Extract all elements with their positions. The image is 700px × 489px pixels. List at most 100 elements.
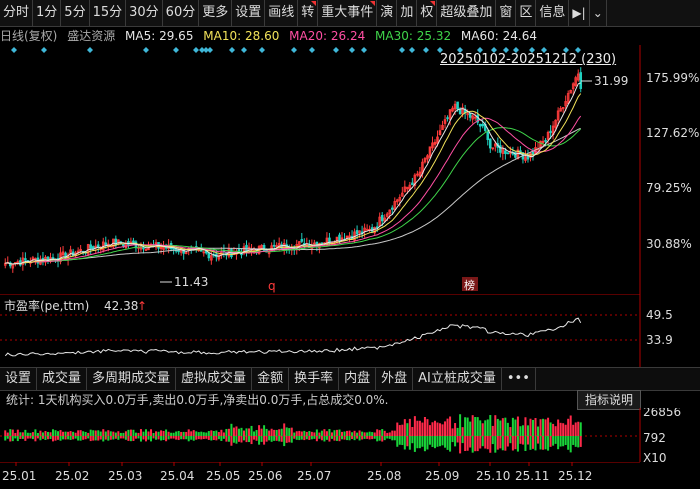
- volume-bar-up: [207, 431, 210, 436]
- toolbar-item-2[interactable]: 5分: [61, 0, 90, 26]
- event-diamond-icon[interactable]: [11, 47, 17, 53]
- toolbar-item-16[interactable]: 区: [516, 0, 537, 26]
- volume-bar-up: [534, 418, 537, 436]
- volume-bars: [4, 414, 582, 454]
- ma5-line: [5, 82, 581, 265]
- tab-8[interactable]: AI立桩成交量: [413, 368, 502, 390]
- event-diamond-icon[interactable]: [207, 47, 213, 53]
- volume-bar-down: [240, 436, 243, 443]
- indicator-help-button[interactable]: 指标说明: [577, 390, 641, 410]
- volume-bar-down: [489, 436, 492, 453]
- date-range-label[interactable]: 20250102-20251212 (230): [440, 52, 616, 67]
- event-bang[interactable]: 榜: [464, 278, 475, 292]
- volume-bar-down: [325, 436, 328, 440]
- volume-bar-down: [376, 436, 379, 442]
- tab-1[interactable]: 成交量: [37, 368, 88, 390]
- event-diamond-icon[interactable]: [291, 47, 297, 53]
- volume-bar-up: [41, 432, 44, 436]
- tab-2[interactable]: 多周期成交量: [87, 368, 177, 390]
- event-diamond-icon[interactable]: [41, 47, 47, 53]
- toolbar-item-0[interactable]: 分时: [0, 0, 34, 26]
- ma30-value: MA30: 25.32: [375, 29, 452, 43]
- volume-bar-up: [476, 417, 479, 436]
- candle-body: [544, 139, 547, 142]
- toolbar-item-3[interactable]: 15分: [90, 0, 127, 26]
- volume-bar-up: [499, 420, 502, 436]
- tab-0[interactable]: 设置: [0, 368, 38, 390]
- toolbar-item-17[interactable]: 信息: [536, 0, 570, 26]
- tab-4[interactable]: 金额: [252, 368, 290, 390]
- toolbar-item-12[interactable]: 加: [397, 0, 418, 26]
- event-diamond-icon[interactable]: [309, 47, 315, 53]
- play-icon[interactable]: ▶|: [569, 0, 590, 26]
- volume-bar-down: [59, 436, 62, 441]
- volume-bar-down: [346, 436, 349, 441]
- volume-bar-up: [278, 429, 281, 436]
- event-diamond-icon[interactable]: [333, 47, 339, 53]
- volume-bar-up: [225, 428, 228, 436]
- volume-bar-up: [303, 430, 306, 436]
- volume-bar-up: [237, 428, 240, 436]
- volume-axis-mid: 792: [643, 431, 666, 445]
- event-diamond-icon[interactable]: [193, 47, 199, 53]
- toolbar-item-5[interactable]: 60分: [163, 0, 200, 26]
- volume-bar-down: [64, 436, 67, 440]
- candlestick-chart[interactable]: 175.99% 127.62% 79.25% 30.88% 31.99 11.4…: [0, 45, 700, 295]
- chevron-down-icon[interactable]: ⌄: [590, 0, 607, 26]
- volume-bar-down: [433, 436, 436, 449]
- event-diamond-icon[interactable]: [229, 47, 235, 53]
- toolbar-item-15[interactable]: 窗: [496, 0, 517, 26]
- toolbar-item-10[interactable]: 重大事件: [318, 0, 378, 26]
- toolbar-item-4[interactable]: 30分: [126, 0, 163, 26]
- volume-bar-up: [177, 430, 180, 436]
- candle-body: [122, 244, 125, 247]
- event-diamond-icon[interactable]: [259, 47, 265, 53]
- volume-bar-up: [265, 428, 268, 436]
- event-diamond-icon[interactable]: [173, 47, 179, 53]
- volume-bar-down: [428, 436, 431, 445]
- tab-5[interactable]: 换手率: [289, 368, 340, 390]
- tab-9[interactable]: •••: [502, 368, 536, 390]
- event-diamond-icon[interactable]: [349, 47, 355, 53]
- volume-bar-up: [494, 415, 497, 436]
- ma-info-line: 日线(复权) 盛达资源 MA5: 29.65 MA10: 28.60 MA20:…: [0, 27, 543, 45]
- candle-body: [380, 214, 384, 222]
- volume-bar-up: [87, 432, 90, 436]
- volume-bar-up: [215, 430, 218, 436]
- event-diamond-icon[interactable]: [361, 47, 367, 53]
- volume-bar-up: [381, 429, 384, 436]
- event-diamond-icon[interactable]: [423, 47, 429, 53]
- toolbar-item-1[interactable]: 1分: [33, 0, 62, 26]
- toolbar-item-13[interactable]: 权: [417, 0, 438, 26]
- volume-bar-up: [368, 431, 371, 436]
- event-diamond-icon[interactable]: [409, 47, 415, 53]
- volume-bar-up: [391, 430, 394, 436]
- ma60-value: MA60: 24.64: [460, 29, 537, 43]
- volume-bar-up: [268, 430, 271, 436]
- volume-bar-up: [182, 431, 185, 436]
- tab-6[interactable]: 内盘: [339, 368, 377, 390]
- volume-bar-down: [72, 436, 75, 440]
- volume-bar-down: [552, 436, 555, 446]
- event-diamond-icon[interactable]: [241, 47, 247, 53]
- toolbar-item-6[interactable]: 更多: [199, 0, 233, 26]
- toolbar-item-11[interactable]: 演: [377, 0, 398, 26]
- volume-bar-up: [353, 430, 356, 436]
- volume-bar-up: [170, 432, 173, 436]
- toolbar-item-8[interactable]: 画线: [265, 0, 299, 26]
- toolbar-item-9[interactable]: 转: [298, 0, 319, 26]
- volume-bar-down: [144, 436, 147, 442]
- volume-bar-up: [84, 431, 87, 436]
- event-diamond-icon[interactable]: [143, 47, 149, 53]
- event-q[interactable]: q: [268, 279, 276, 293]
- tab-7[interactable]: 外盘: [376, 368, 414, 390]
- volume-bar-down: [187, 436, 190, 442]
- volume-bar-up: [454, 423, 457, 436]
- event-diamond-icon[interactable]: [87, 47, 93, 53]
- toolbar-item-7[interactable]: 设置: [232, 0, 266, 26]
- volume-bar-down: [119, 436, 122, 439]
- toolbar-item-14[interactable]: 超级叠加: [437, 0, 497, 26]
- event-diamond-icon[interactable]: [399, 47, 405, 53]
- ma20-value: MA20: 26.24: [289, 29, 366, 43]
- tab-3[interactable]: 虚拟成交量: [176, 368, 253, 390]
